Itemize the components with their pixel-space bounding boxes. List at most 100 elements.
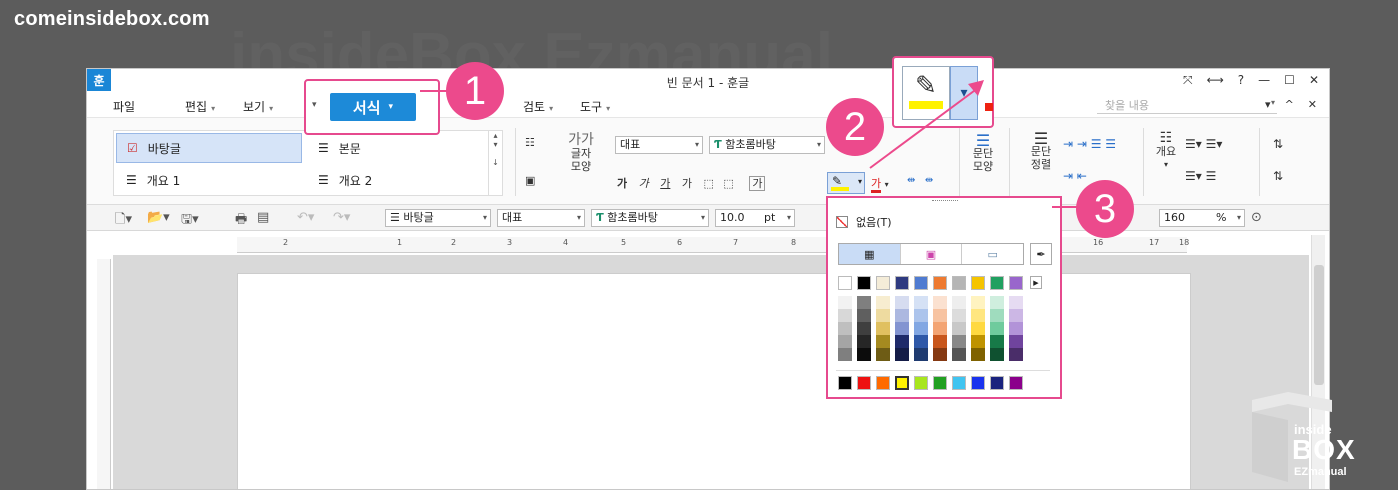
zoom-options-icon[interactable]: ⊙ [1251,210,1262,225]
shade-swatch[interactable] [971,309,985,322]
color-swatch[interactable] [971,376,985,390]
shade-swatch[interactable] [933,309,947,322]
color-swatch[interactable] [895,276,909,290]
color-swatch[interactable] [952,376,966,390]
add-style-icon[interactable]: ☷ [525,136,535,149]
maximize-icon[interactable]: ☐ [1284,73,1295,88]
color-swatch[interactable] [914,376,928,390]
color-swatch[interactable] [933,376,947,390]
shade-swatch[interactable] [838,335,852,348]
no-color-option[interactable]: 없음(T) [836,214,892,230]
shade-swatch[interactable] [895,348,909,361]
shade-swatch[interactable] [857,296,871,309]
style-item-body[interactable]: ☰ 본문 [308,133,488,163]
shade-swatch[interactable] [838,348,852,361]
shade-swatch[interactable] [952,309,966,322]
char-shape-button[interactable]: 가가 글자 모양 [565,133,597,173]
font-lang-select[interactable]: 대표 ▾ [615,136,703,154]
palette-tab-image[interactable]: ▭ [962,244,1023,264]
color-swatch[interactable] [990,376,1004,390]
shade-swatch[interactable] [952,322,966,335]
shade-swatch[interactable] [933,296,947,309]
shade-swatch[interactable] [1009,335,1023,348]
style-scrollbar[interactable]: ▴ ▾ ↓ [488,131,502,195]
color-swatch[interactable] [952,276,966,290]
chevron-down-icon[interactable]: ▾ [1151,158,1181,171]
style-item-outline1[interactable]: ☰ 개요 1 [116,165,302,195]
shade-swatch[interactable] [971,348,985,361]
shade-swatch[interactable] [971,322,985,335]
shade-swatch[interactable] [914,296,928,309]
help-icon[interactable]: ? [1238,73,1244,88]
find-input[interactable]: 찾을 내용 ▾ [1097,97,1277,114]
shade-swatch[interactable] [876,335,890,348]
outline-button[interactable]: ☷ 개요 ▾ [1151,131,1181,171]
toolbar-lang-select[interactable]: 대표 ▾ [497,209,585,227]
font-size-field[interactable]: 10.0 pt ▾ [715,209,795,227]
menu-tools[interactable]: 도구 ▾ [580,98,610,115]
style-item-batang[interactable]: ☑ 바탕글 [116,133,302,163]
shade-swatch[interactable] [1009,309,1023,322]
shade-swatch[interactable] [838,322,852,335]
color-swatch[interactable] [838,276,852,290]
vertical-ruler[interactable] [97,259,111,489]
format-menu-highlight[interactable]: 서식 ▾ [330,93,416,121]
para-align-button[interactable]: ☰ 문단 정렬 [1023,131,1059,172]
color-swatch[interactable] [857,276,871,290]
minimize-icon[interactable]: — [1258,73,1270,88]
shade-swatch[interactable] [933,322,947,335]
save-icon[interactable]: 🖫▾ [181,210,199,232]
toolbar-font-select[interactable]: Ƭ 함초롬바탕 ▾ [591,209,709,227]
redo-icon[interactable]: ↷▾ [333,210,350,225]
shade-swatch[interactable] [857,322,871,335]
shade-swatch[interactable] [914,348,928,361]
palette-tab-grid[interactable]: ▦ [839,244,901,264]
number-list-icons[interactable]: ☰▾ ☰ [1185,170,1216,183]
shade-swatch[interactable] [895,309,909,322]
bold-button[interactable]: 가 [617,177,627,190]
shade-swatch[interactable] [876,309,890,322]
sort-icon[interactable]: ⇅ [1273,138,1283,151]
shade-swatch[interactable] [876,348,890,361]
more-colors-button[interactable]: ▶ [1030,276,1042,289]
menu-review[interactable]: 검토 ▾ [523,98,553,115]
eyedropper-button[interactable]: ✒ [1030,243,1052,265]
line-spacing-icons[interactable]: ⇥ ⇤ [1063,170,1087,183]
shade-swatch[interactable] [895,335,909,348]
shade-swatch[interactable] [857,309,871,322]
shade-swatch[interactable] [895,322,909,335]
char-border-icon[interactable]: 가 [749,176,766,191]
resize-icon[interactable]: ⟷ [1207,73,1224,88]
shade-swatch[interactable] [933,348,947,361]
palette-tab-spectrum[interactable]: ▣ [901,244,963,264]
shade-swatch[interactable] [971,296,985,309]
shade-swatch[interactable] [914,322,928,335]
strike-button[interactable]: 가 [682,177,692,190]
shade-swatch[interactable] [933,335,947,348]
shade-swatch[interactable] [1009,322,1023,335]
color-swatch[interactable] [914,276,928,290]
shade-swatch[interactable] [838,296,852,309]
shade-swatch[interactable] [876,296,890,309]
shade-swatch[interactable] [895,296,909,309]
style-edit-icon[interactable]: ▣ [525,174,535,187]
shade-swatch[interactable] [952,296,966,309]
undo-icon[interactable]: ↶▾ [297,210,314,225]
color-swatch[interactable] [933,276,947,290]
outline-char-icon[interactable]: ⬚ [704,177,714,190]
shade-swatch[interactable] [971,335,985,348]
preview-icon[interactable]: ▤ [257,210,269,225]
italic-button[interactable]: 가 [639,177,649,190]
shade-swatch[interactable] [952,348,966,361]
color-swatch[interactable] [876,276,890,290]
style-item-outline2[interactable]: ☰ 개요 2 [308,165,488,195]
color-swatch[interactable] [876,376,890,390]
color-swatch[interactable] [857,376,871,390]
menu-file[interactable]: 파일 [113,98,135,115]
fullscreen-icon[interactable]: ⤧ [1183,73,1193,88]
color-swatch[interactable] [971,276,985,290]
indent-icons[interactable]: ⇥ ⇥ ☰ ☰ [1063,138,1116,151]
menu-edit[interactable]: 편집 ▾ [185,98,215,115]
shade-swatch[interactable] [990,309,1004,322]
shade-swatch[interactable] [914,335,928,348]
